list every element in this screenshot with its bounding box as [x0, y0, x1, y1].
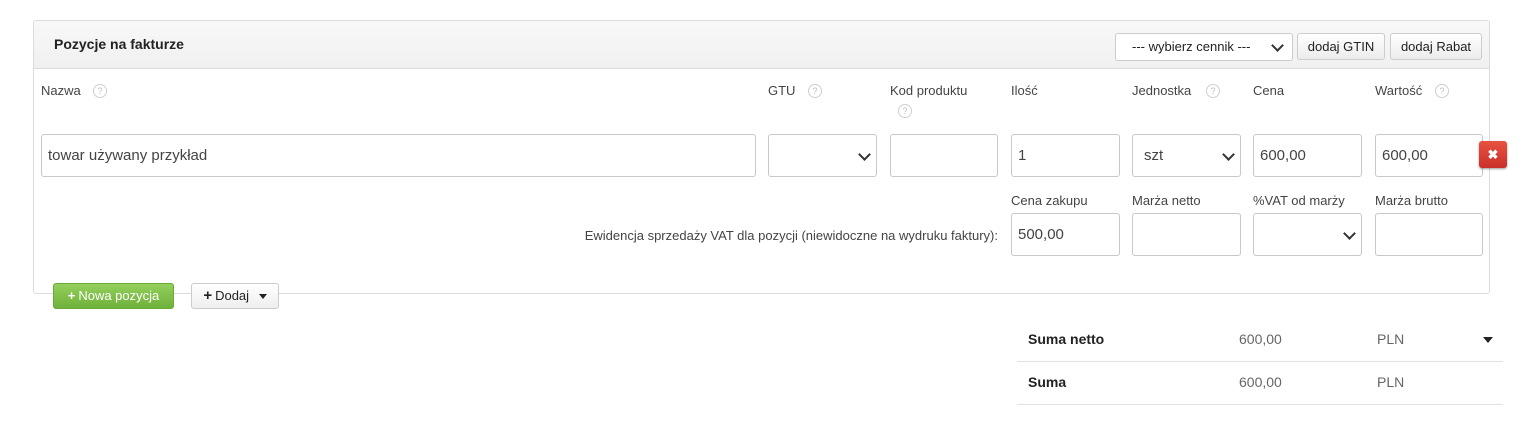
net-margin-label: Marża netto — [1132, 193, 1201, 208]
delete-item-button[interactable]: ✖ — [1479, 141, 1507, 168]
close-icon: ✖ — [1487, 147, 1499, 162]
help-icon[interactable]: ? — [1435, 84, 1449, 98]
summary-total-currency: PLN — [1377, 374, 1405, 390]
unit-select-value: szt — [1144, 147, 1164, 164]
column-price-label: Cena — [1253, 83, 1285, 98]
summary-row-net: Suma netto 600,00 PLN — [1017, 318, 1503, 362]
gtu-select[interactable] — [768, 134, 877, 177]
summary-net-currency: PLN — [1377, 331, 1405, 347]
column-value-label: Wartość — [1375, 83, 1423, 98]
new-item-button[interactable]: + Nowa pozycja — [53, 283, 174, 309]
help-icon[interactable]: ? — [898, 104, 912, 118]
vat-margin-label: %VAT od marży — [1253, 193, 1345, 208]
summary-total-value: 600,00 — [1239, 374, 1282, 390]
caret-down-icon — [258, 294, 267, 300]
gross-margin-input[interactable] — [1375, 213, 1483, 256]
column-gtu-label: GTU — [768, 83, 796, 98]
column-name-label: Nazwa — [41, 83, 81, 98]
gross-margin-label: Marża brutto — [1375, 193, 1448, 208]
panel-title: Pozycje na fakturze — [54, 36, 184, 52]
chevron-down-icon — [1271, 39, 1284, 52]
column-quantity-label: Ilość — [1011, 83, 1038, 98]
vat-margin-select[interactable] — [1253, 213, 1362, 256]
purchase-price-input[interactable]: 500,00 — [1011, 213, 1120, 256]
summary-total-label: Suma — [1028, 374, 1067, 390]
new-item-label: Nowa pozycja — [78, 288, 160, 303]
help-icon[interactable]: ? — [808, 84, 822, 98]
summary-net-value: 600,00 — [1239, 331, 1282, 347]
chevron-down-icon — [1343, 227, 1356, 240]
add-label: Dodaj — [215, 288, 250, 303]
plus-icon: + — [203, 287, 213, 304]
unit-select[interactable]: szt — [1132, 134, 1241, 177]
product-code-input[interactable] — [890, 134, 998, 177]
quantity-input[interactable]: 1 — [1011, 134, 1120, 177]
price-list-select[interactable]: --- wybierz cennik --- — [1115, 33, 1293, 61]
item-name-input[interactable]: towar używany przykład — [41, 134, 756, 177]
help-icon[interactable]: ? — [93, 84, 107, 98]
column-unit-label: Jednostka — [1132, 83, 1192, 98]
add-discount-button[interactable]: dodaj Rabat — [1390, 33, 1482, 60]
add-gtin-button[interactable]: dodaj GTIN — [1297, 33, 1385, 60]
value-input[interactable]: 600,00 — [1375, 134, 1483, 177]
summary-net-label: Suma netto — [1028, 331, 1105, 347]
column-product-code-label: Kod produktu — [890, 83, 968, 98]
summary-row-total: Suma 600,00 PLN — [1017, 361, 1503, 405]
price-list-select-value: --- wybierz cennik --- — [1132, 39, 1251, 54]
add-dropdown-button[interactable]: + Dodaj — [191, 283, 279, 309]
help-icon[interactable]: ? — [1206, 84, 1220, 98]
panel-header: Pozycje na fakturze --- wybierz cennik -… — [34, 21, 1489, 69]
chevron-down-icon — [1222, 148, 1235, 161]
chevron-down-icon — [858, 148, 871, 161]
price-input[interactable]: 600,00 — [1253, 134, 1362, 177]
purchase-price-label: Cena zakupu — [1011, 193, 1088, 208]
net-margin-input[interactable] — [1132, 213, 1241, 256]
plus-icon: + — [67, 288, 76, 303]
caret-down-icon[interactable] — [1483, 337, 1493, 343]
vat-record-description: Ewidencja sprzedaży VAT dla pozycji (nie… — [584, 228, 998, 243]
